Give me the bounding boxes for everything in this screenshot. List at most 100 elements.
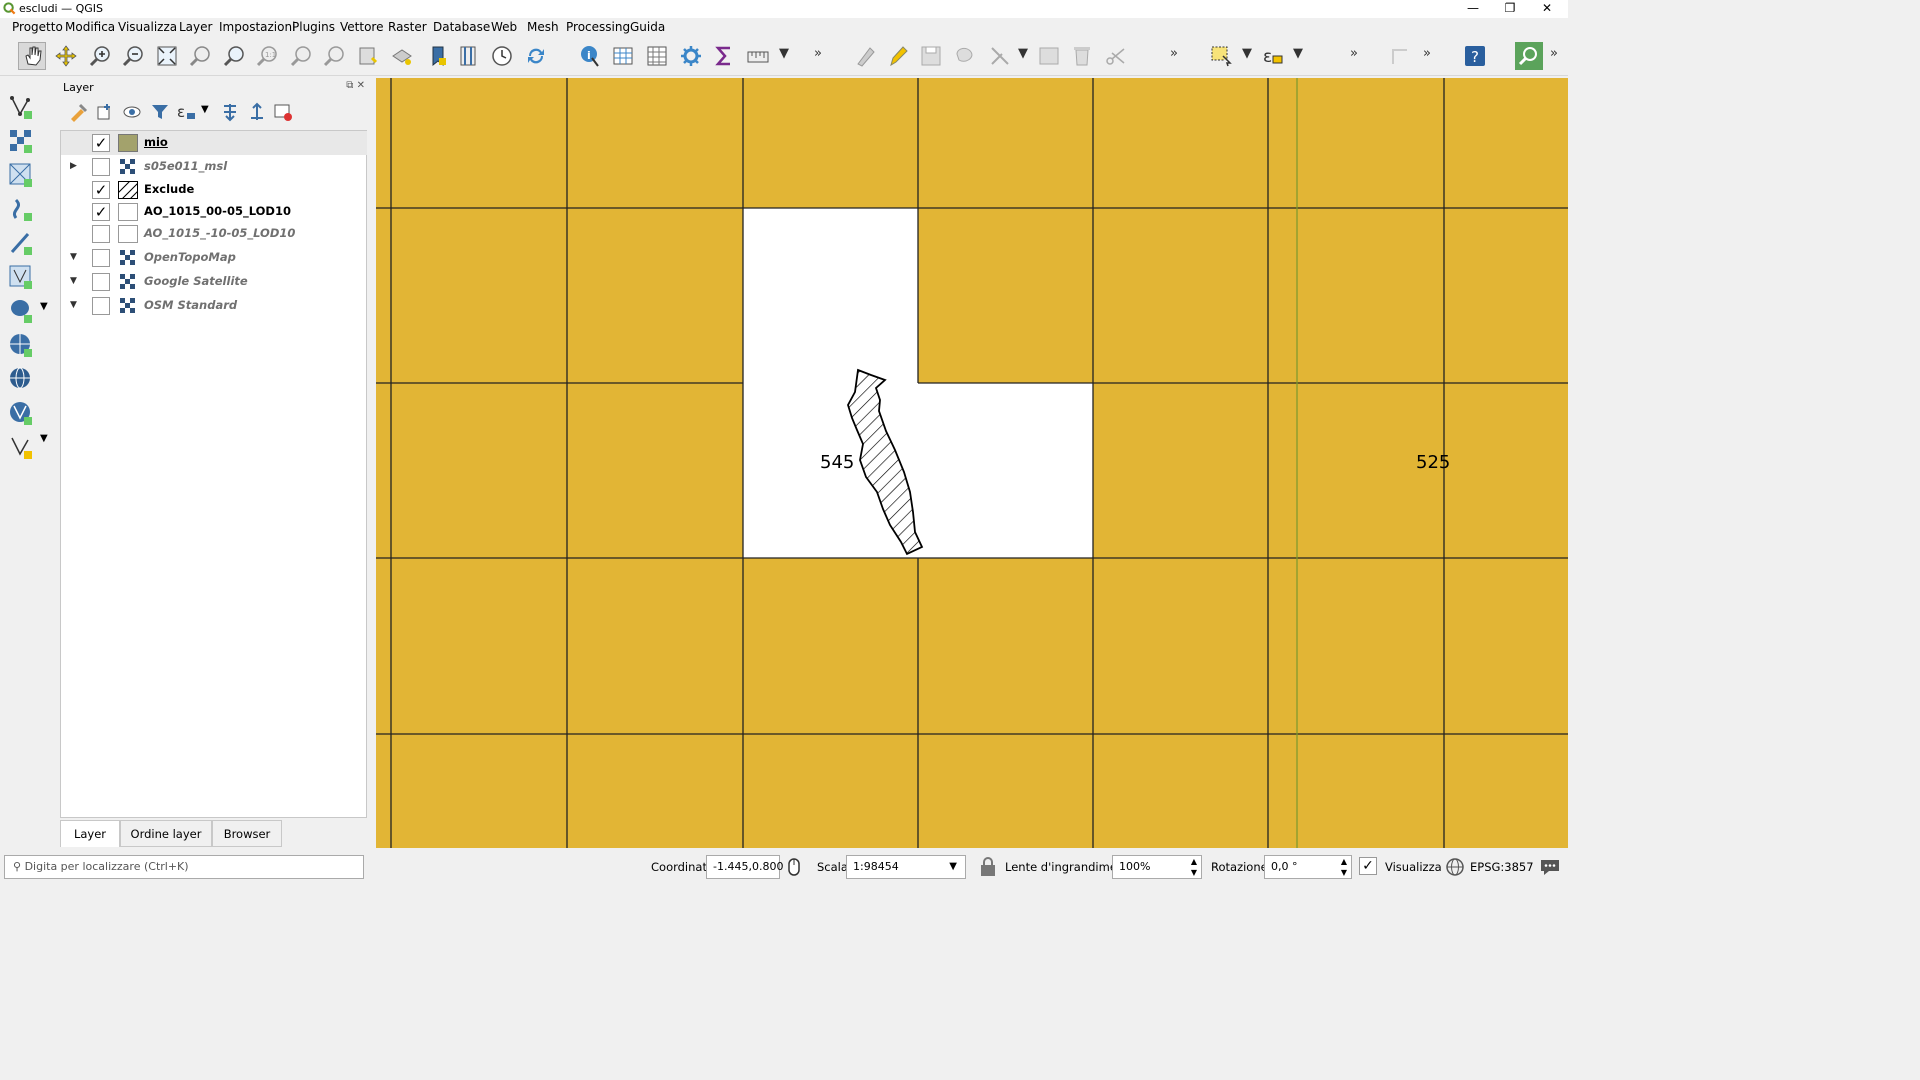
- manage-visibility-icon[interactable]: [122, 102, 142, 122]
- pan-to-selection-icon[interactable]: [52, 42, 80, 70]
- add-vector-layer-icon[interactable]: [6, 92, 36, 122]
- menu-plugins[interactable]: Plugins: [292, 20, 335, 34]
- add-raster-layer-icon[interactable]: [6, 126, 36, 156]
- menu-visualizza[interactable]: Visualizza: [118, 20, 177, 34]
- zoom-in-icon[interactable]: [86, 42, 114, 70]
- menu-mesh[interactable]: Mesh: [527, 20, 559, 34]
- crs-globe-icon[interactable]: [1445, 857, 1465, 877]
- dropdown-arrow-icon[interactable]: ▼: [1018, 46, 1028, 61]
- add-wcs-layer-icon[interactable]: [6, 364, 36, 394]
- magnifier-field[interactable]: 100% ▲ ▼: [1112, 855, 1202, 879]
- attribute-table-icon[interactable]: [609, 42, 637, 70]
- filter-expression-icon[interactable]: ε: [176, 102, 196, 122]
- refresh-icon[interactable]: [522, 42, 550, 70]
- layer-visibility-checkbox[interactable]: [92, 297, 110, 315]
- expand-toggle-icon[interactable]: ▼: [70, 276, 77, 286]
- pan-icon[interactable]: [18, 42, 46, 70]
- layer-visibility-checkbox[interactable]: ✓: [92, 203, 110, 221]
- locator-search-input[interactable]: ⚲ Digita per localizzare (Ctrl+K): [4, 855, 364, 879]
- dropdown-arrow-icon[interactable]: ▼: [201, 104, 209, 115]
- layer-visibility-checkbox[interactable]: ✓: [92, 181, 110, 199]
- add-wms-layer-icon[interactable]: [6, 330, 36, 360]
- rotation-field[interactable]: 0,0 ° ▲ ▼: [1264, 855, 1352, 879]
- filter-icon[interactable]: [150, 102, 170, 122]
- cut-icon[interactable]: [1102, 42, 1130, 70]
- menu-layer[interactable]: Layer: [179, 20, 212, 34]
- minimize-button[interactable]: —: [1454, 0, 1492, 18]
- tab-ordine-layer[interactable]: Ordine layer: [120, 820, 212, 847]
- toolbar-more-icon[interactable]: »: [1423, 46, 1431, 61]
- layer-visibility-checkbox[interactable]: [92, 158, 110, 176]
- menu-database[interactable]: Database: [433, 20, 490, 34]
- dropdown-arrow-icon[interactable]: ▼: [949, 856, 957, 878]
- close-button[interactable]: ✕: [1528, 0, 1566, 18]
- collapse-all-icon[interactable]: [247, 102, 267, 122]
- panel-float-close-icons[interactable]: ⧉ ✕: [346, 80, 365, 91]
- layer-visibility-checkbox[interactable]: ✓: [92, 134, 110, 152]
- layer-row-ao-1015-minus-10-05[interactable]: AO_1015_-10-05_LOD10: [61, 222, 367, 246]
- help-icon[interactable]: ?: [1461, 42, 1489, 70]
- new-layer-icon[interactable]: [6, 432, 36, 462]
- menu-vettore[interactable]: Vettore: [340, 20, 383, 34]
- locator-icon[interactable]: [1515, 42, 1543, 70]
- vertex-tool-icon[interactable]: [986, 42, 1014, 70]
- zoom-full-icon[interactable]: [153, 42, 181, 70]
- add-gps-layer-icon[interactable]: [6, 228, 36, 258]
- layer-row-mio[interactable]: ✓ mio: [61, 131, 367, 155]
- digitize-icon[interactable]: [852, 42, 880, 70]
- menu-raster[interactable]: Raster: [388, 20, 427, 34]
- new-map-view-icon[interactable]: [423, 42, 451, 70]
- temporal-icon[interactable]: [488, 42, 516, 70]
- layer-row-google-satellite[interactable]: ▼ Google Satellite: [61, 270, 367, 294]
- delete-icon[interactable]: [1068, 42, 1096, 70]
- annotation-icon[interactable]: [1387, 42, 1415, 70]
- zoom-native-icon[interactable]: 1:1: [253, 42, 281, 70]
- spinner-arrows-icon[interactable]: ▲ ▼: [1191, 856, 1197, 878]
- modify-attributes-icon[interactable]: [1035, 42, 1063, 70]
- field-calculator-icon[interactable]: [643, 42, 671, 70]
- statistics-icon[interactable]: [710, 42, 738, 70]
- show-bookmarks-icon[interactable]: [388, 42, 416, 70]
- measure-icon[interactable]: [744, 42, 772, 70]
- layer-row-s05e011-msl[interactable]: ▶ s05e011_msl: [61, 155, 367, 179]
- add-delimited-text-icon[interactable]: [6, 194, 36, 224]
- mouse-coords-icon[interactable]: [784, 857, 804, 877]
- tab-layer[interactable]: Layer: [60, 820, 120, 847]
- toolbar-more-icon[interactable]: »: [1550, 46, 1558, 61]
- layer-styling-icon[interactable]: [68, 102, 88, 122]
- restore-button[interactable]: ❐: [1491, 0, 1529, 18]
- dropdown-arrow-icon[interactable]: ▼: [1293, 46, 1303, 61]
- toolbar-more-icon[interactable]: »: [1350, 46, 1358, 61]
- layer-visibility-checkbox[interactable]: [92, 249, 110, 267]
- menu-impostazioni[interactable]: Impostazioni: [219, 20, 295, 34]
- identify-icon[interactable]: i: [576, 42, 604, 70]
- add-wfs-layer-icon[interactable]: [6, 398, 36, 428]
- layer-row-osm-standard[interactable]: ▼ OSM Standard: [61, 294, 367, 318]
- scale-field[interactable]: 1:98454 ▼: [846, 855, 966, 879]
- processing-toolbox-icon[interactable]: [677, 42, 705, 70]
- menu-web[interactable]: Web: [491, 20, 517, 34]
- add-group-icon[interactable]: [95, 102, 115, 122]
- layer-row-opentopomap[interactable]: ▼ OpenTopoMap: [61, 246, 367, 270]
- expand-toggle-icon[interactable]: ▶: [70, 161, 77, 171]
- select-icon[interactable]: [1207, 42, 1235, 70]
- add-postgis-icon[interactable]: [6, 296, 36, 326]
- coord-field[interactable]: -1.445,0.800: [706, 855, 783, 879]
- layer-visibility-checkbox[interactable]: [92, 225, 110, 243]
- layer-row-exclude[interactable]: ✓ Exclude: [61, 178, 367, 202]
- messages-icon[interactable]: [1539, 857, 1561, 877]
- toolbar-more-icon[interactable]: »: [814, 46, 822, 61]
- edit-pencil-icon[interactable]: [884, 42, 912, 70]
- remove-layer-icon[interactable]: [273, 102, 293, 122]
- add-spatialite-icon[interactable]: [6, 262, 36, 292]
- save-edits-icon[interactable]: [917, 42, 945, 70]
- menu-guida[interactable]: Guida: [630, 20, 665, 34]
- zoom-next-icon[interactable]: [320, 42, 348, 70]
- select-expression-icon[interactable]: ε: [1259, 42, 1287, 70]
- dropdown-arrow-icon[interactable]: ▼: [1242, 46, 1252, 61]
- tab-browser[interactable]: Browser: [212, 820, 282, 847]
- menu-processing[interactable]: Processing: [566, 20, 630, 34]
- expand-toggle-icon[interactable]: ▼: [70, 300, 77, 310]
- dropdown-arrow-icon[interactable]: ▼: [779, 46, 789, 61]
- zoom-to-selection-icon[interactable]: [186, 42, 214, 70]
